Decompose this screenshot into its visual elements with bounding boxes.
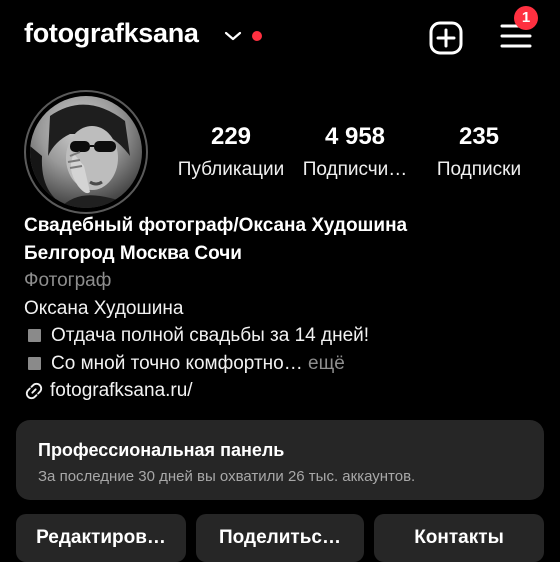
following-label: Подписки: [436, 159, 522, 180]
followers-label: Подписчи…: [302, 159, 408, 180]
profile-photo: [30, 96, 142, 208]
notification-badge: 1: [514, 6, 538, 30]
bio-name-line-1: Свадебный фотограф/Оксана Худошина: [24, 215, 408, 236]
stat-following[interactable]: 235 Подписки: [432, 122, 526, 184]
professional-dashboard-subtitle: За последние 30 дней вы охватили 26 тыс.…: [38, 468, 416, 485]
profile-photo-image: [30, 104, 130, 208]
plus-square-icon[interactable]: [428, 20, 464, 56]
username-switcher[interactable]: fotografksana: [24, 18, 199, 49]
website-link-text[interactable]: fotografksana.ru/: [50, 377, 193, 405]
followers-count: 4 958: [324, 123, 386, 150]
square-bullet-icon: [28, 329, 41, 342]
status-dot: [252, 31, 262, 41]
bio-name-line-2: Белгород Москва Сочи: [24, 242, 242, 264]
stat-followers[interactable]: 4 958 Подписчи…: [300, 122, 410, 184]
bio-line-1: Оксана Худошина: [24, 297, 184, 319]
stat-posts[interactable]: 229 Публикации: [178, 122, 285, 184]
chevron-down-icon[interactable]: [224, 30, 242, 42]
top-bar: fotografksana 1: [0, 0, 560, 76]
posts-label: Публикации: [177, 159, 285, 180]
avatar[interactable]: [24, 90, 148, 214]
bio-website[interactable]: fotografksana.ru/: [24, 377, 544, 405]
share-profile-button[interactable]: Поделитьс…: [196, 514, 364, 562]
contacts-button[interactable]: Контакты: [374, 514, 544, 562]
profile-bio: Свадебный фотограф/Оксана Худошина Белго…: [24, 212, 544, 405]
link-icon: [25, 382, 43, 399]
professional-dashboard[interactable]: Профессиональная панель За последние 30 …: [16, 420, 544, 500]
posts-count: 229: [210, 123, 252, 150]
square-bullet-icon: [28, 356, 41, 370]
bio-line-3: Со мной точно комфортно… ещё: [24, 350, 544, 378]
bio-more-link[interactable]: ещё: [308, 353, 345, 374]
bio-line-2: Отдача полной свадьбы за 14 дней!: [24, 322, 544, 350]
edit-profile-button[interactable]: Редактиров…: [16, 514, 186, 562]
bio-line-3-text: Со мной точно комфортно…: [51, 352, 303, 374]
bio-line-2-text: Отдача полной свадьбы за 14 дней!: [51, 325, 370, 346]
following-count: 235: [458, 123, 500, 150]
professional-dashboard-title: Профессиональная панель: [38, 440, 285, 460]
bio-category: Фотограф: [24, 270, 112, 291]
